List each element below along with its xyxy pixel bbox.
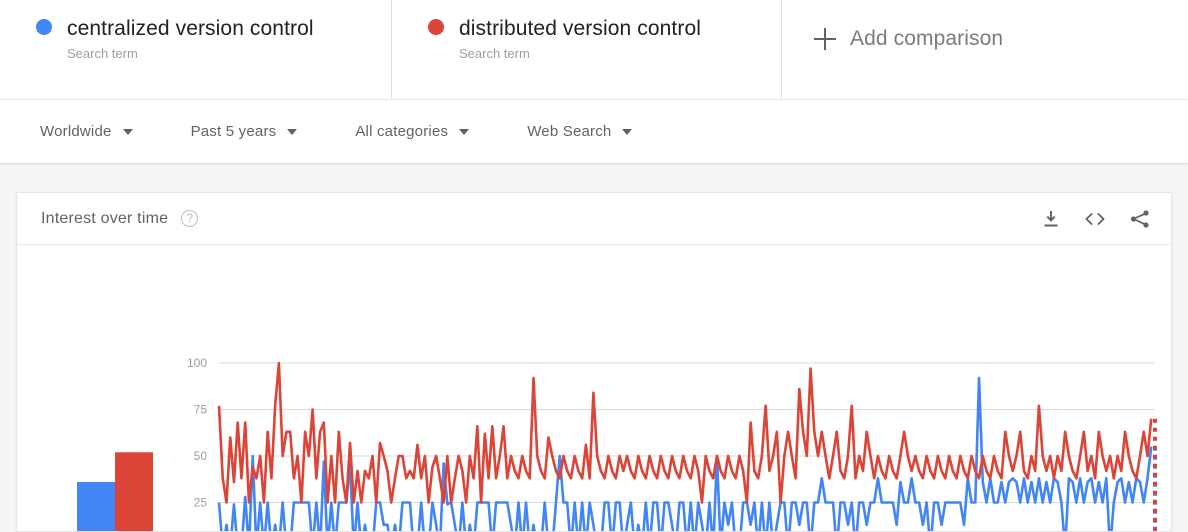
average-widget: Average: [77, 452, 153, 531]
filter-location-label: Worldwide: [40, 123, 112, 140]
filter-time-range[interactable]: Past 5 years: [191, 123, 298, 140]
search-term-title: centralized version control: [67, 17, 314, 40]
share-icon[interactable]: [1129, 209, 1151, 229]
card-header: Interest over time ?: [17, 193, 1171, 245]
plus-icon: [814, 28, 836, 50]
legend-dot-blue: [36, 19, 52, 35]
search-term-title: distributed version control: [459, 17, 701, 40]
legend-dot-red: [428, 19, 444, 35]
chart-gridlines: [219, 362, 1155, 503]
interest-over-time-card: Interest over time ? 25 50 75 100 Average: [16, 192, 1172, 532]
download-icon[interactable]: [1041, 209, 1061, 229]
chevron-down-icon: [459, 128, 470, 135]
filter-time-range-label: Past 5 years: [190, 123, 277, 140]
chevron-down-icon: [122, 128, 133, 135]
svg-text:50: 50: [194, 449, 208, 463]
chevron-down-icon: [622, 128, 633, 135]
filter-category[interactable]: All categories: [355, 123, 470, 140]
filter-location[interactable]: Worldwide: [40, 123, 133, 140]
help-icon[interactable]: ?: [181, 210, 199, 227]
filter-bar: Worldwide Past 5 years All categories We…: [0, 100, 1188, 164]
search-term-subtitle: Search term: [459, 46, 530, 61]
svg-text:75: 75: [194, 403, 208, 417]
chart-area: 255075100 Average Jun 0, 2014Feb 20, 201…: [17, 245, 1171, 532]
filter-search-type[interactable]: Web Search: [527, 123, 633, 140]
embed-code-icon[interactable]: [1083, 209, 1107, 229]
chevron-down-icon: [287, 128, 298, 135]
filter-search-type-label: Web Search: [527, 123, 612, 140]
add-comparison-label: Add comparison: [850, 27, 1004, 50]
search-terms-bar: centralized version control Search term …: [0, 0, 1188, 100]
add-comparison-button[interactable]: Add comparison: [782, 0, 1188, 99]
chart-series-layer: [217, 361, 1157, 531]
interest-over-time-chart[interactable]: 255075100 Average Jun 0, 2014Feb 20, 201…: [17, 245, 1171, 532]
chart-y-axis-labels: 25 50 75 100: [187, 356, 207, 510]
search-term-card-0[interactable]: centralized version control Search term: [0, 0, 392, 99]
search-term-subtitle: Search term: [67, 46, 138, 61]
card-actions: [1041, 209, 1151, 229]
svg-text:100: 100: [187, 356, 207, 370]
filter-category-label: All categories: [355, 123, 449, 140]
card-title: Interest over time: [41, 209, 169, 227]
search-term-card-1[interactable]: distributed version control Search term: [392, 0, 782, 99]
svg-text:25: 25: [194, 496, 208, 510]
